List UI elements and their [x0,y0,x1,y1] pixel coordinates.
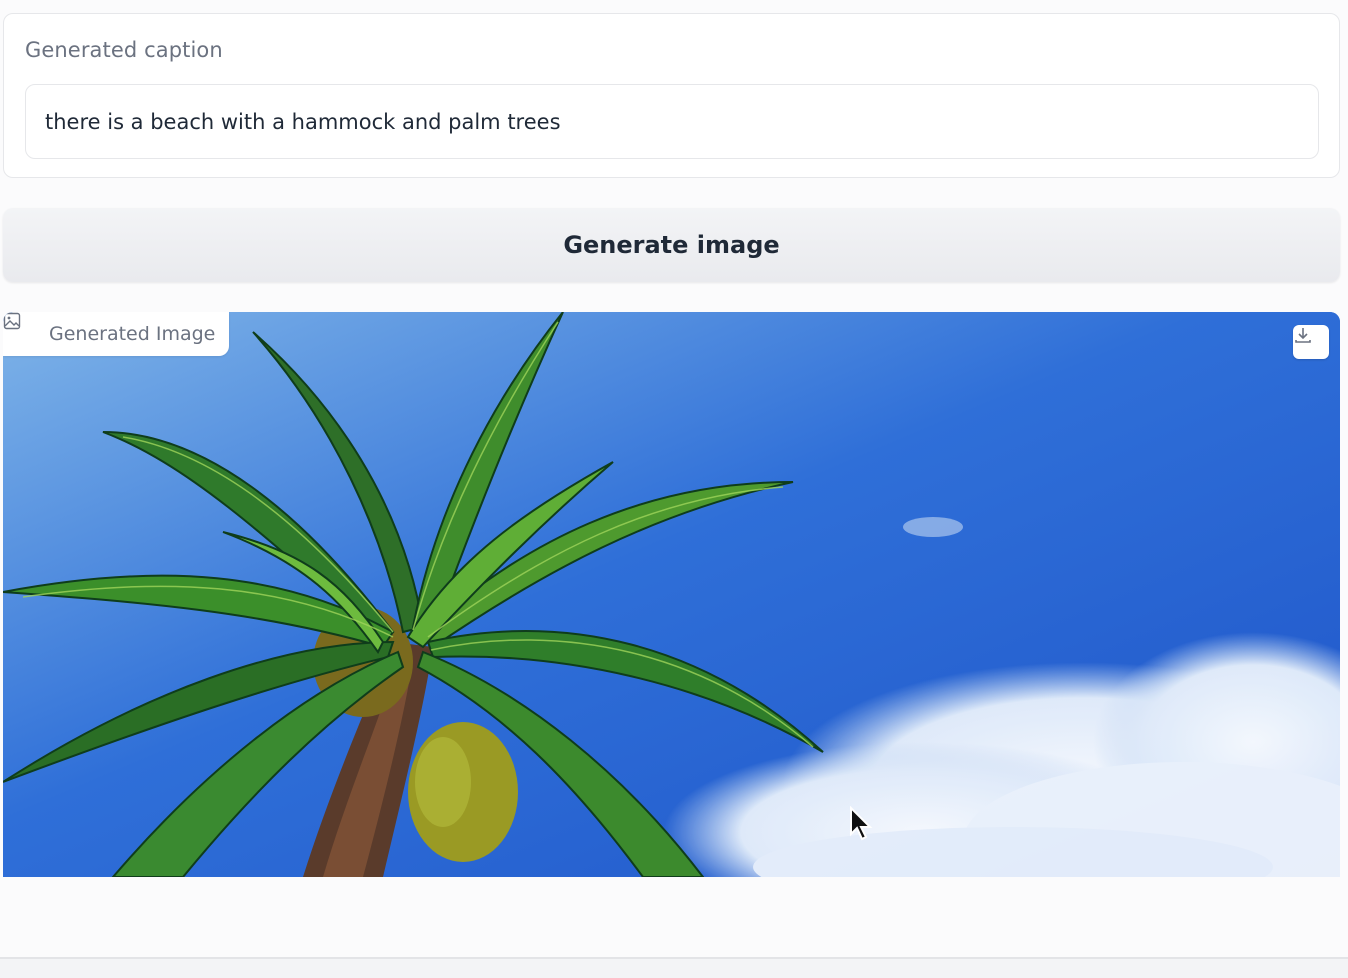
generated-image-label: Generated Image [3,312,230,356]
generated-image [3,312,1340,877]
caption-label: Generated caption [25,38,223,62]
image-icon [3,312,35,343]
caption-textbox[interactable] [25,84,1319,159]
generated-image-label-text: Generated Image [49,323,216,345]
generate-image-button[interactable]: Generate image [3,208,1340,282]
download-button[interactable] [1293,325,1329,359]
caption-panel: Generated caption [3,13,1340,178]
generated-image-panel: Generated Image [3,312,1340,877]
mouse-cursor-icon [849,805,875,842]
footer-strip [0,959,1348,978]
